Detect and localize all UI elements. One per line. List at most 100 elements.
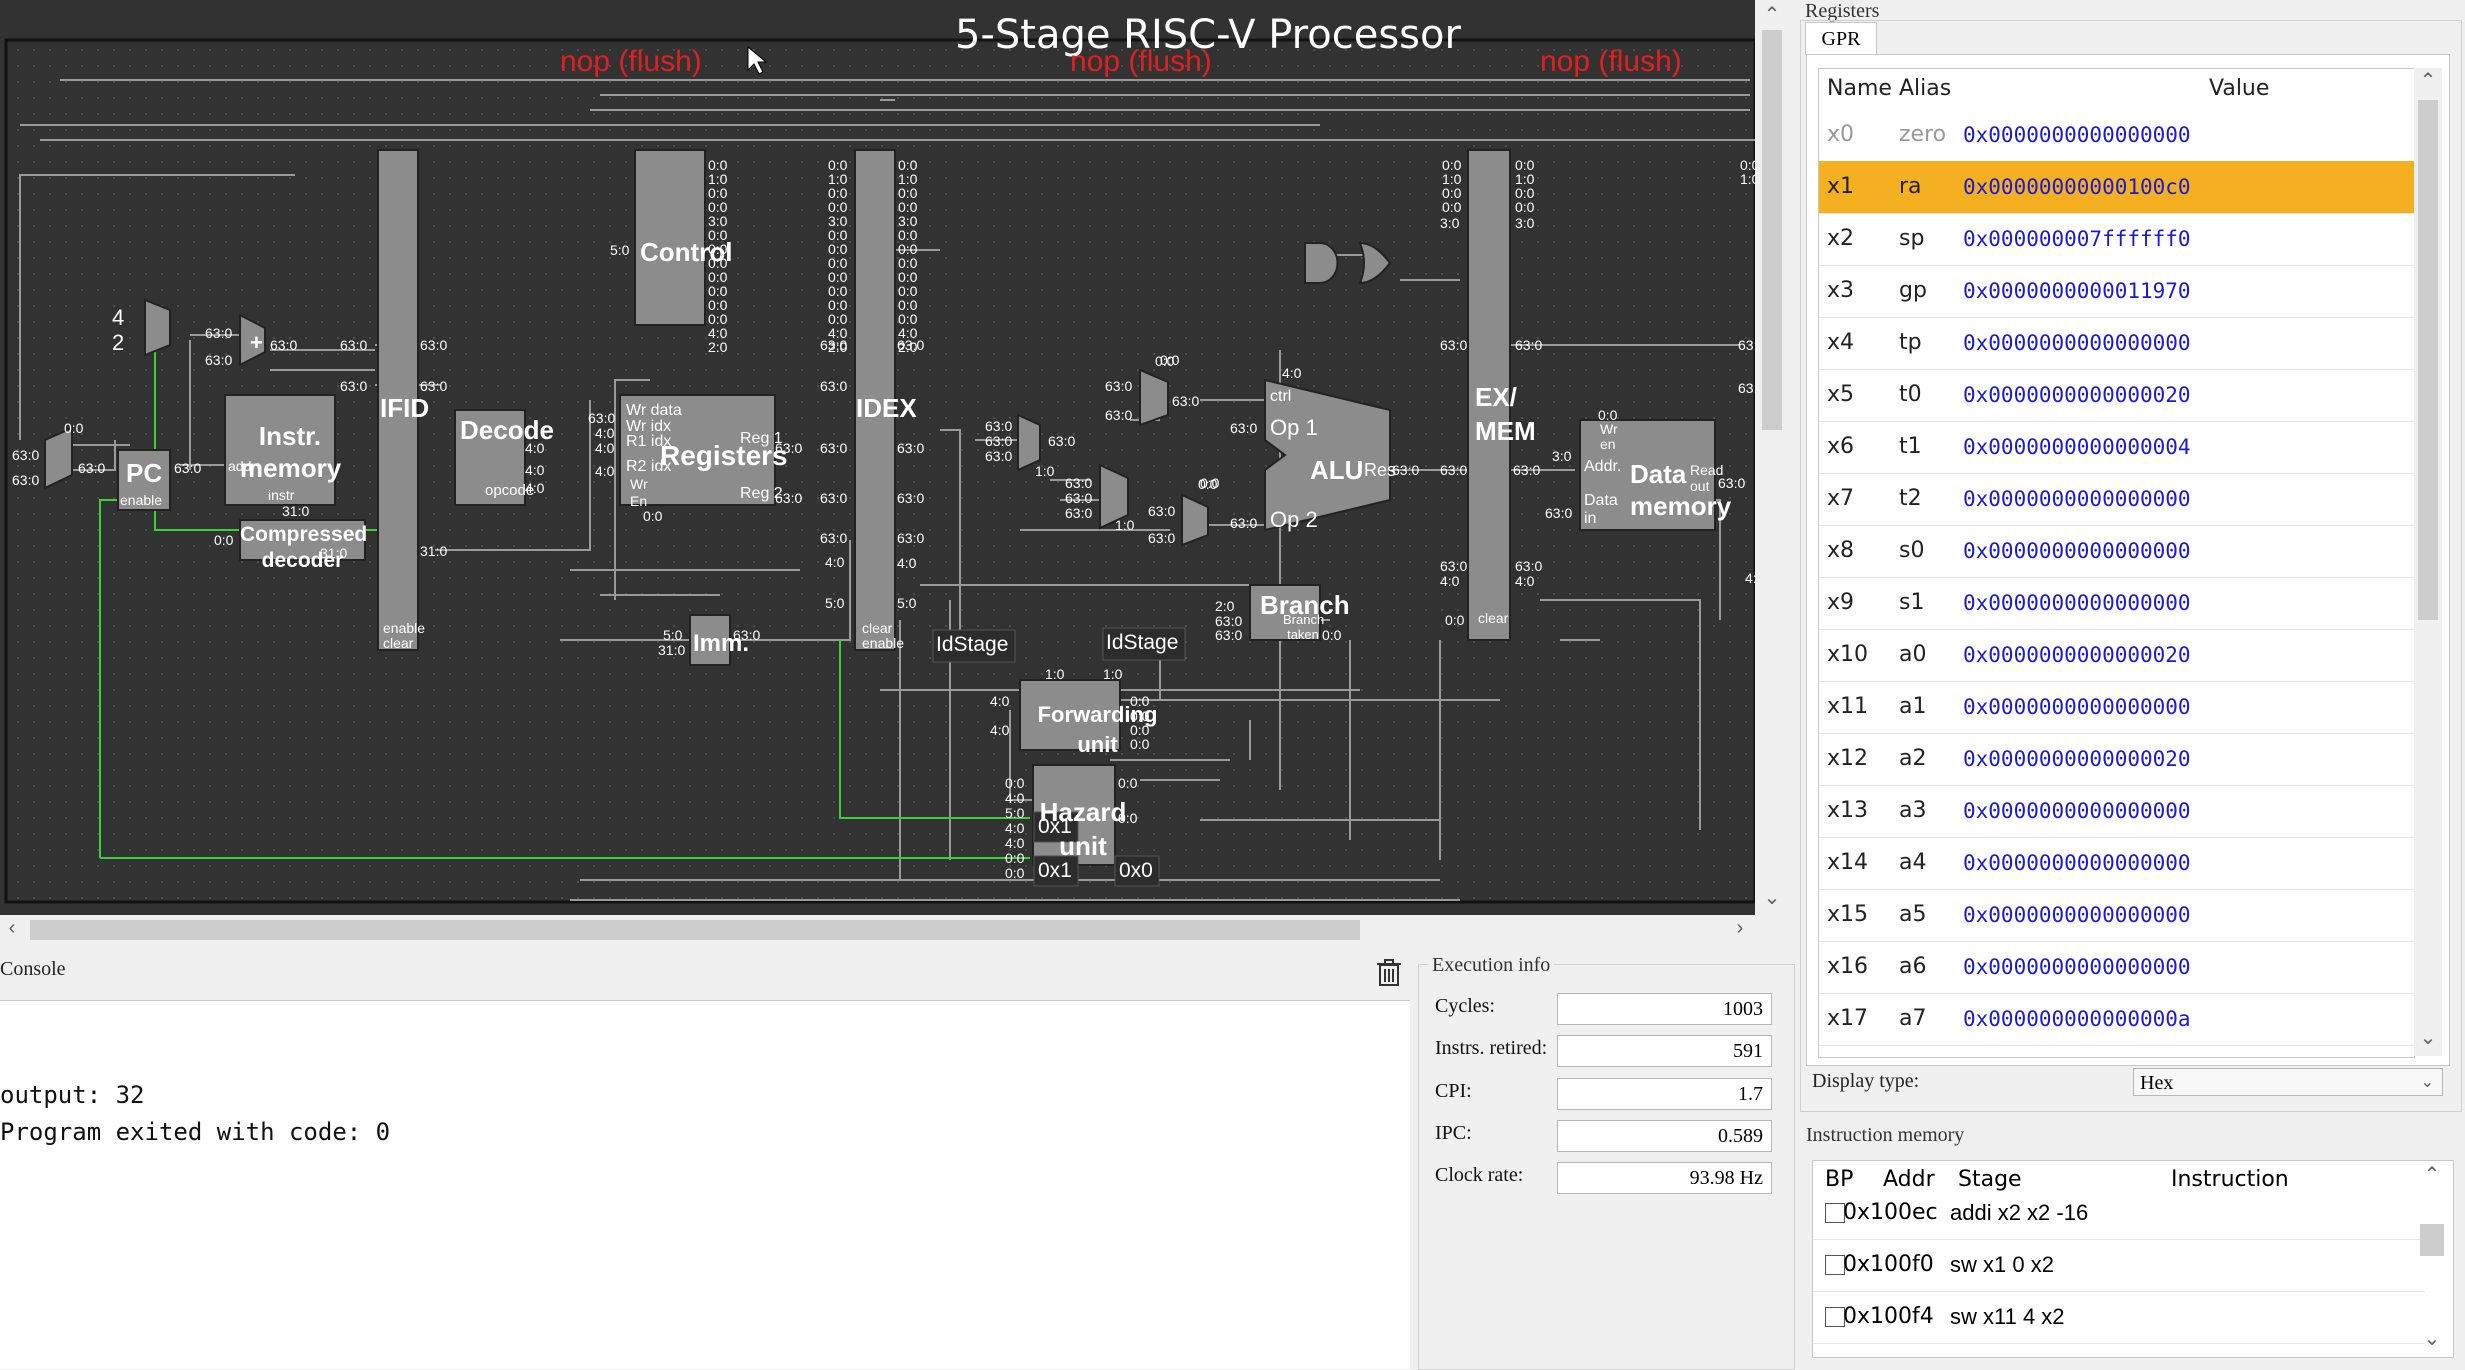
register-value[interactable]: 0x0000000000000020 [1963, 369, 2191, 421]
register-value[interactable]: 0x0000000000000004 [1963, 421, 2191, 473]
width-label: 63:0 [1230, 420, 1258, 436]
width-label: 63:0 [1065, 505, 1093, 521]
alu-ctrl-port: ctrl [1270, 388, 1292, 405]
width-label: 63:0 [820, 530, 848, 546]
chevron-down-icon: ⌄ [2420, 1074, 2434, 1091]
register-row-x17[interactable]: x17 a7 0x000000000000000a [1819, 993, 2414, 1046]
register-alias: a0 [1899, 642, 1927, 667]
cycles-label: Cycles: [1435, 995, 1495, 1017]
instruction-row[interactable]: 0x100f4 sw x11 4 x2 [1813, 1291, 2425, 1344]
register-name: x13 [1827, 798, 1869, 823]
instrs-retired-label: Instrs. retired: [1435, 1037, 1548, 1059]
instruction-row[interactable]: 0x100f0 sw x1 0 x2 [1813, 1239, 2425, 1292]
register-row-x14[interactable]: x14 a4 0x0000000000000000 [1819, 837, 2414, 890]
scroll-left-icon[interactable]: ‹ [0, 917, 24, 940]
reg-r1-idx-port: R1 idx [626, 433, 672, 450]
register-name: x16 [1827, 954, 1869, 979]
width-label: 0:0 [1118, 775, 1138, 791]
width-label: 0:0 [643, 508, 663, 524]
instruction-memory-table[interactable]: BP Addr Stage Instruction 0x100ec addi x2… [1812, 1160, 2454, 1358]
scroll-right-icon[interactable]: › [1725, 917, 1755, 940]
register-row-x13[interactable]: x13 a3 0x0000000000000000 [1819, 785, 2414, 838]
breakpoint-checkbox[interactable] [1825, 1255, 1845, 1275]
imem-scroll-up-icon[interactable]: ⌃ [2418, 1162, 2446, 1187]
register-row-x10[interactable]: x10 a0 0x0000000000000020 [1819, 629, 2414, 682]
register-name: x10 [1827, 642, 1869, 667]
register-row-x15[interactable]: x15 a5 0x0000000000000000 [1819, 889, 2414, 942]
cpi-label: CPI: [1435, 1080, 1472, 1102]
imem-scroll-thumb[interactable] [2420, 1224, 2444, 1256]
width-label: 63:0 [1738, 380, 1755, 396]
register-row-x3[interactable]: x3 gp 0x0000000000011970 [1819, 265, 2414, 318]
width-label: 63:0 [1105, 378, 1133, 394]
breakpoint-checkbox[interactable] [1825, 1307, 1845, 1327]
register-row-x2[interactable]: x2 sp 0x000000007ffffff0 [1819, 213, 2414, 266]
width-label: 4:0 [595, 463, 615, 479]
width-label: 5:0 [825, 595, 845, 611]
register-value[interactable]: 0x0000000000000000 [1963, 941, 2191, 993]
imem-scroll-down-icon[interactable]: ⌄ [2418, 1326, 2446, 1351]
register-value[interactable]: 0x000000007ffffff0 [1963, 213, 2191, 265]
register-row-x8[interactable]: x8 s0 0x0000000000000000 [1819, 525, 2414, 578]
register-value[interactable]: 0x0000000000000020 [1963, 629, 2191, 681]
ipc-label: IPC: [1435, 1122, 1472, 1144]
display-type-label: Display type: [1812, 1070, 1920, 1092]
register-row-x16[interactable]: x16 a6 0x0000000000000000 [1819, 941, 2414, 994]
scroll-down-icon[interactable]: ⌄ [1757, 885, 1787, 910]
register-alias: zero [1899, 122, 1947, 147]
register-name: x2 [1827, 226, 1855, 251]
register-value[interactable]: 0x0000000000000000 [1963, 785, 2191, 837]
width-label: 4:0 [1745, 570, 1755, 586]
register-value[interactable]: 0x0000000000000000 [1963, 109, 2191, 161]
register-value[interactable]: 0x0000000000000000 [1963, 473, 2191, 525]
register-value[interactable]: 0x0000000000000000 [1963, 577, 2191, 629]
width-label: 5:0 [897, 595, 917, 611]
register-value[interactable]: 0x0000000000000000 [1963, 837, 2191, 889]
width-label: 63:0 [897, 490, 925, 506]
register-value[interactable]: 0x0000000000000020 [1963, 733, 2191, 785]
register-scroll-thumb[interactable] [2418, 100, 2438, 620]
register-row-x0[interactable]: x0 zero 0x0000000000000000 [1819, 109, 2414, 162]
width-label: 63:0 [733, 627, 761, 643]
console-output[interactable]: output: 32 Program exited with code: 0 [0, 1000, 1410, 1369]
column-header-value[interactable]: Value [2209, 69, 2269, 109]
register-row-x12[interactable]: x12 a2 0x0000000000000020 [1819, 733, 2414, 786]
idex-label: IDEX [856, 393, 917, 423]
register-name: x5 [1827, 382, 1855, 407]
register-value[interactable]: 0x0000000000000000 [1963, 525, 2191, 577]
register-row-x9[interactable]: x9 s1 0x0000000000000000 [1819, 577, 2414, 630]
register-scroll-up-icon[interactable]: ⌃ [2414, 68, 2442, 93]
register-row-x4[interactable]: x4 tp 0x0000000000000000 [1819, 317, 2414, 370]
register-row-x5[interactable]: x5 t0 0x0000000000000020 [1819, 369, 2414, 422]
register-row-x6[interactable]: x6 t1 0x0000000000000004 [1819, 421, 2414, 474]
breakpoint-checkbox[interactable] [1825, 1203, 1845, 1223]
idex-enable-port: enable [862, 635, 905, 651]
column-header-alias[interactable]: Alias [1899, 69, 1951, 109]
trash-icon[interactable] [1372, 955, 1406, 989]
register-value[interactable]: 0x0000000000000000 [1963, 317, 2191, 369]
register-value[interactable]: 0x00000000000100c0 [1963, 161, 2191, 213]
register-row-x1[interactable]: x1 ra 0x00000000000100c0 [1819, 161, 2414, 214]
processor-canvas[interactable]: 5-Stage RISC-V Processor nop (flush) nop… [0, 0, 1755, 915]
register-table[interactable]: Name Alias Value x0 zero 0x000000000000000… [1818, 68, 2415, 1058]
scroll-up-icon[interactable]: ⌃ [1757, 2, 1787, 27]
register-value[interactable]: 0x0000000000000000 [1963, 681, 2191, 733]
column-header-name[interactable]: Name [1827, 69, 1892, 109]
register-value[interactable]: 0x000000000000000a [1963, 993, 2191, 1045]
register-name: x15 [1827, 902, 1869, 927]
display-type-select[interactable]: Hex ⌄ [2133, 1068, 2443, 1096]
register-value[interactable]: 0x0000000000000000 [1963, 889, 2191, 941]
canvas-horizontal-scroll-thumb[interactable] [30, 920, 1360, 940]
register-value[interactable]: 0x0000000000011970 [1963, 265, 2191, 317]
alu-op1-port: Op 1 [1270, 415, 1318, 440]
register-scroll-down-icon[interactable]: ⌄ [2414, 1025, 2442, 1050]
register-alias: sp [1899, 226, 1925, 251]
width-label: 1:0 [1103, 666, 1123, 682]
register-row-x7[interactable]: x7 t2 0x0000000000000000 [1819, 473, 2414, 526]
tab-gpr[interactable]: GPR [1805, 22, 1877, 55]
register-row-x11[interactable]: x11 a1 0x0000000000000000 [1819, 681, 2414, 734]
canvas-vertical-scroll-thumb[interactable] [1762, 30, 1782, 430]
register-name: x9 [1827, 590, 1855, 615]
width-label: 31:0 [420, 543, 448, 559]
instruction-row[interactable]: 0x100ec addi x2 x2 -16 [1813, 1187, 2425, 1240]
